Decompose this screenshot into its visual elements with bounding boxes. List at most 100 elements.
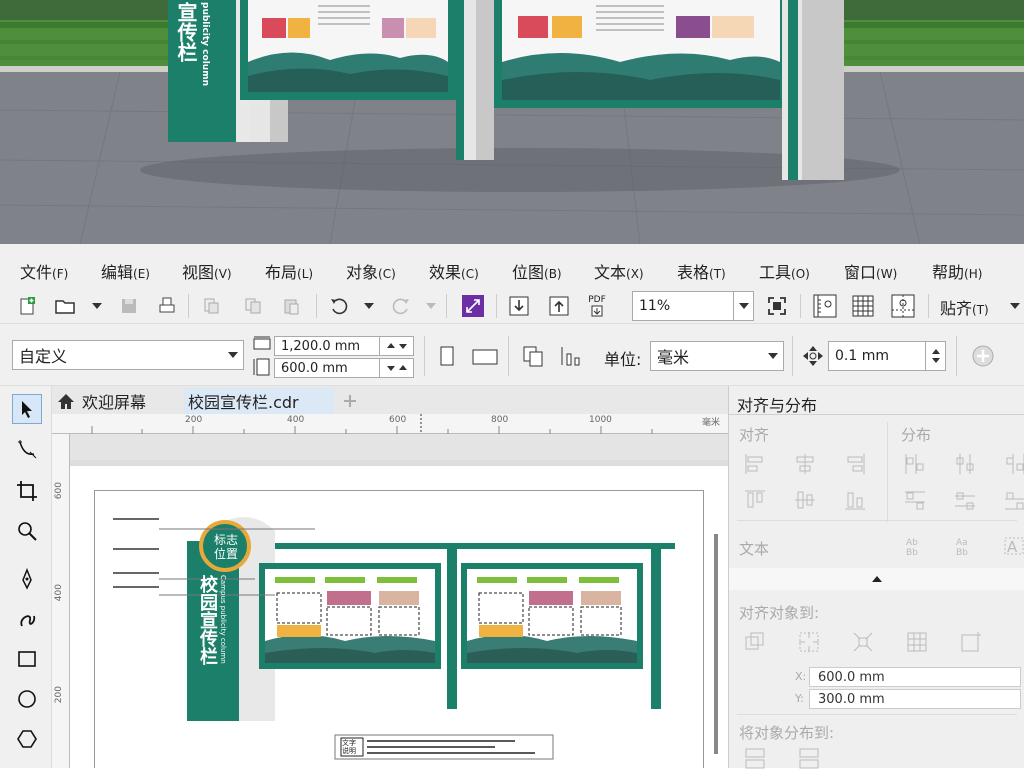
cut-icon[interactable] <box>198 293 224 319</box>
ruler-v-label: 200 <box>54 686 64 704</box>
show-rulers-icon[interactable] <box>812 293 838 319</box>
all-pages-icon[interactable] <box>520 343 546 369</box>
add-preset-icon[interactable] <box>970 343 996 369</box>
print-icon[interactable] <box>154 293 180 319</box>
polygon-tool-icon[interactable] <box>12 724 42 754</box>
export-icon[interactable] <box>546 293 572 319</box>
align-left-icon[interactable] <box>743 452 767 476</box>
distribute-left-icon[interactable] <box>903 452 927 476</box>
ruler-v-label: 400 <box>54 584 64 602</box>
search-content-icon[interactable] <box>460 293 486 319</box>
menu-text[interactable]: 文本(X) <box>594 259 644 283</box>
page-width-icon <box>252 336 272 356</box>
y-coordinate-field[interactable]: 300.0 mm <box>809 689 1021 709</box>
drawing-canvas[interactable]: 标志 位置 校园宣传栏 Campus publicity column 文字说明 <box>70 434 728 768</box>
menu-tools[interactable]: 工具(O) <box>759 259 810 283</box>
vertical-ruler[interactable]: 600 400 200 <box>52 434 70 768</box>
nudge-icon <box>800 343 826 369</box>
save-icon[interactable] <box>116 293 142 319</box>
page-height-field[interactable]: 600.0 mm <box>274 358 414 378</box>
menu-layout[interactable]: 布局(L) <box>265 259 313 283</box>
menu-help[interactable]: 帮助(H) <box>932 259 982 283</box>
distribute-to-page-icon[interactable] <box>797 746 821 770</box>
text-bounding-box-icon[interactable]: A <box>1003 534 1024 558</box>
text-first-line-baseline-icon[interactable]: AbBb <box>903 534 927 558</box>
units-select[interactable]: 毫米 <box>650 341 784 371</box>
chevron-down-icon[interactable] <box>763 342 783 370</box>
snap-dropdown-icon[interactable] <box>1002 293 1024 319</box>
menu-bitmaps[interactable]: 位图(B) <box>512 259 562 283</box>
ellipse-tool-icon[interactable] <box>12 684 42 714</box>
open-dropdown-icon[interactable] <box>84 293 110 319</box>
distribute-to-selection-icon[interactable] <box>743 746 767 770</box>
page-size-preset[interactable]: 自定义 <box>12 340 244 370</box>
nudge-distance-field[interactable]: 0.1 mm <box>828 341 946 371</box>
vertical-scrollbar[interactable] <box>714 534 718 754</box>
collapse-section[interactable] <box>729 568 1024 590</box>
menu-window[interactable]: 窗口(W) <box>844 259 897 283</box>
zoom-tool-icon[interactable] <box>12 516 42 546</box>
menu-effects[interactable]: 效果(C) <box>429 259 479 283</box>
import-icon[interactable] <box>506 293 532 319</box>
menu-file[interactable]: 文件(F) <box>20 259 68 283</box>
paste-icon[interactable] <box>278 293 304 319</box>
align-center-v-icon[interactable] <box>793 488 817 512</box>
nudge-spin-icon[interactable] <box>925 342 945 370</box>
snap-to-button[interactable]: 贴齐(T) <box>940 295 989 319</box>
distribute-center-v-icon[interactable] <box>953 488 977 512</box>
menu-object[interactable]: 对象(C) <box>346 259 396 283</box>
width-spin-icon[interactable] <box>379 337 413 355</box>
freehand-tool-icon[interactable] <box>12 564 42 594</box>
new-tab-button[interactable] <box>338 388 362 414</box>
show-grid-icon[interactable] <box>850 293 876 319</box>
zoom-level-combo[interactable]: 11% <box>632 291 754 321</box>
distribute-top-icon[interactable] <box>903 488 927 512</box>
rectangle-tool-icon[interactable] <box>12 644 42 674</box>
open-folder-icon[interactable] <box>52 293 78 319</box>
align-right-icon[interactable] <box>843 452 867 476</box>
specified-point-icon[interactable] <box>959 630 983 654</box>
text-last-line-baseline-icon[interactable]: AaBb <box>953 534 977 558</box>
align-center-h-icon[interactable] <box>793 452 817 476</box>
page-width-field[interactable]: 1,200.0 mm <box>274 336 414 356</box>
redo-icon[interactable] <box>388 293 414 319</box>
distribute-bottom-icon[interactable] <box>1003 488 1024 512</box>
page-center-icon[interactable] <box>851 630 875 654</box>
pick-tool-icon[interactable] <box>12 394 42 424</box>
undo-dropdown-icon[interactable] <box>356 293 382 319</box>
menu-view[interactable]: 视图(V) <box>182 259 232 283</box>
menu-table[interactable]: 表格(T) <box>677 259 726 283</box>
tab-welcome[interactable]: 欢迎屏幕 <box>52 388 182 414</box>
crop-tool-icon[interactable] <box>12 476 42 506</box>
show-guidelines-icon[interactable] <box>890 293 916 319</box>
undo-icon[interactable] <box>326 293 352 319</box>
chevron-down-icon[interactable] <box>223 341 243 369</box>
full-screen-icon[interactable] <box>764 293 790 319</box>
tab-document[interactable]: 校园宣传栏.cdr <box>184 388 334 414</box>
caption-label: 文字说明 <box>342 739 356 755</box>
page-height-icon <box>252 358 272 380</box>
ruler-h-label: 800 <box>491 415 509 425</box>
x-coordinate-field[interactable]: 600.0 mm <box>809 667 1021 687</box>
align-bottom-icon[interactable] <box>843 488 867 512</box>
active-object-icon[interactable] <box>743 630 767 654</box>
horizontal-ruler[interactable]: 200 400 600 800 1000 毫米 <box>52 414 728 434</box>
landscape-icon[interactable] <box>472 343 498 369</box>
portrait-icon[interactable] <box>434 343 460 369</box>
pdf-publish-icon[interactable]: PDF <box>584 293 610 319</box>
distribute-center-h-icon[interactable] <box>953 452 977 476</box>
grid-icon[interactable] <box>905 630 929 654</box>
page-edge-icon[interactable] <box>797 630 821 654</box>
chevron-down-icon[interactable] <box>733 292 753 320</box>
new-document-icon[interactable] <box>14 293 40 319</box>
copy-icon[interactable] <box>240 293 266 319</box>
align-section-label: 对齐 <box>739 426 770 444</box>
menu-edit[interactable]: 编辑(E) <box>101 259 150 283</box>
artistic-media-icon[interactable] <box>12 604 42 634</box>
current-page-icon[interactable] <box>558 343 584 369</box>
shape-tool-icon[interactable] <box>12 434 42 464</box>
redo-dropdown-icon[interactable] <box>418 293 444 319</box>
distribute-right-icon[interactable] <box>1003 452 1024 476</box>
height-spin-icon[interactable] <box>379 359 413 377</box>
align-top-icon[interactable] <box>743 488 767 512</box>
